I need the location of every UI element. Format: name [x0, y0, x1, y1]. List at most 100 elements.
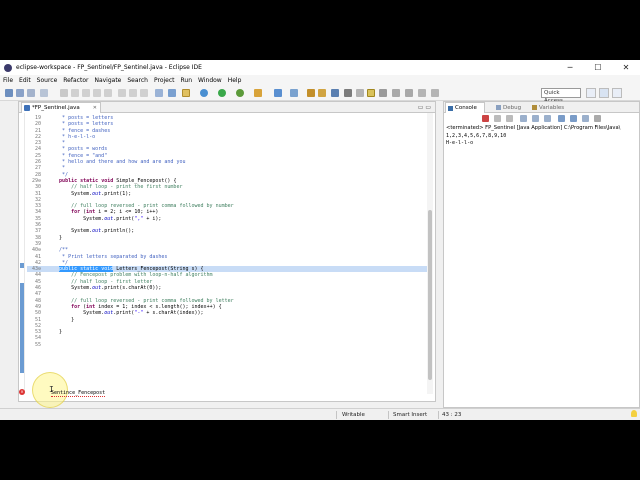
pin-console-icon[interactable] [558, 115, 565, 122]
editor-min-max-icon[interactable]: ▭ ▭ [418, 104, 431, 111]
block-selection-icon[interactable] [379, 89, 387, 97]
change-marker [20, 283, 24, 373]
suspend-icon[interactable] [82, 89, 90, 97]
previous-annotation-icon[interactable] [405, 89, 413, 97]
remove-all-icon[interactable] [506, 115, 513, 122]
console-toolbar [444, 113, 639, 124]
menu-bar: File Edit Source Refactor Navigate Searc… [0, 75, 640, 86]
step-return-icon[interactable] [140, 89, 148, 97]
console-tabs: Console Debug Variables [444, 102, 639, 113]
debug-perspective-icon[interactable] [612, 88, 622, 98]
run-icon[interactable] [218, 89, 226, 97]
print-icon[interactable] [40, 89, 48, 97]
variables-icon [532, 105, 537, 110]
maximize-button[interactable]: ☐ [584, 60, 612, 75]
tab-console-label: Console [455, 105, 477, 111]
toggle-highlight-icon[interactable] [182, 89, 190, 97]
resume-icon[interactable] [71, 89, 79, 97]
tab-variables[interactable]: Variables [530, 102, 570, 113]
new-package-icon[interactable] [290, 89, 298, 97]
menu-edit[interactable]: Edit [19, 77, 31, 84]
step-into-icon[interactable] [118, 89, 126, 97]
java-file-icon [24, 105, 30, 111]
open-task-icon[interactable] [318, 89, 326, 97]
console-icon [448, 105, 453, 111]
word-wrap-icon[interactable] [367, 89, 375, 97]
terminated-label: <terminated> FP_Sentinel [Java Applicati… [446, 125, 621, 131]
use-step-filters-icon[interactable] [168, 89, 176, 97]
coverage-icon[interactable] [236, 89, 244, 97]
open-console-icon[interactable] [582, 115, 589, 122]
new-icon[interactable] [5, 89, 13, 97]
menu-window[interactable]: Window [198, 77, 222, 84]
menu-file[interactable]: File [3, 77, 13, 84]
menu-refactor[interactable]: Refactor [63, 77, 88, 84]
scroll-thumb[interactable] [428, 210, 432, 380]
editor-tabs: *FP_Sentinel.java ✕ ▭ ▭ [19, 102, 435, 113]
status-bar: Writable Smart Insert 43 : 23 [0, 408, 640, 420]
close-window-button[interactable]: ✕ [612, 60, 640, 75]
change-marker [20, 263, 24, 268]
annotation-icon[interactable] [344, 89, 352, 97]
tab-debug[interactable]: Debug [494, 102, 530, 113]
status-separator [388, 411, 389, 419]
status-cursor-position: 43 : 23 [442, 412, 462, 418]
close-tab-icon[interactable]: ✕ [93, 105, 97, 111]
main-toolbar: Quick Access [0, 86, 640, 104]
skip-breakpoints-icon[interactable] [60, 89, 68, 97]
step-over-icon[interactable] [129, 89, 137, 97]
title-bar: eclipse-workspace - FP_Sentinel/FP_Senti… [0, 60, 640, 75]
editor-scrollbar[interactable] [427, 113, 433, 394]
forward-icon[interactable] [431, 89, 439, 97]
toggle-mark-occurrences-icon[interactable] [356, 89, 364, 97]
code-line: 55 [34, 341, 41, 348]
new-java-project-icon[interactable] [274, 89, 282, 97]
code-area[interactable]: 19 * posts = letters 20 * posts = letter… [27, 115, 432, 348]
debug-view-icon [496, 105, 501, 110]
minimize-button[interactable]: ─ [556, 60, 584, 75]
status-insert-mode: Smart Insert [393, 412, 428, 418]
console-output: 1,2,3,4,5,6,7,8,9,10 H-e-l-l-o [446, 133, 506, 147]
save-all-icon[interactable] [27, 89, 35, 97]
window-title: eclipse-workspace - FP_Sentinel/FP_Senti… [16, 64, 202, 71]
menu-search[interactable]: Search [127, 77, 148, 84]
menu-navigate[interactable]: Navigate [94, 77, 121, 84]
scroll-lock-icon[interactable] [532, 115, 539, 122]
tab-console[interactable]: Console [445, 102, 485, 113]
save-icon[interactable] [16, 89, 24, 97]
open-perspective-icon[interactable] [586, 88, 596, 98]
debug-icon[interactable] [200, 89, 208, 97]
drop-to-frame-icon[interactable] [155, 89, 163, 97]
java-editor: *FP_Sentinel.java ✕ ▭ ▭ 19 * posts = let… [18, 101, 436, 402]
word-wrap-console-icon[interactable] [544, 115, 551, 122]
display-console-icon[interactable] [570, 115, 577, 122]
quick-access-field[interactable]: Quick Access [541, 88, 581, 104]
external-tools-icon[interactable] [254, 89, 262, 97]
status-separator [336, 411, 337, 419]
bottom-letterbox [0, 420, 640, 480]
console-output-line: 1,2,3,4,5,6,7,8,9,10 [446, 133, 507, 139]
menu-run[interactable]: Run [181, 77, 193, 84]
open-type-icon[interactable] [307, 89, 315, 97]
tab-variables-label: Variables [539, 104, 565, 111]
search-icon[interactable] [331, 89, 339, 97]
menu-project[interactable]: Project [154, 77, 175, 84]
next-annotation-icon[interactable] [392, 89, 400, 97]
lightbulb-icon[interactable] [631, 410, 637, 417]
remove-launch-icon[interactable] [494, 115, 501, 122]
back-icon[interactable] [418, 89, 426, 97]
editor-tab-fp-sentinel[interactable]: *FP_Sentinel.java ✕ [21, 102, 101, 113]
eclipse-logo-icon [4, 63, 12, 72]
tab-debug-label: Debug [503, 104, 522, 111]
menu-help[interactable]: Help [228, 77, 242, 84]
clear-console-icon[interactable] [520, 115, 527, 122]
java-perspective-icon[interactable] [599, 88, 609, 98]
terminate-console-icon[interactable] [482, 115, 489, 122]
terminate-icon[interactable] [93, 89, 101, 97]
disconnect-icon[interactable] [104, 89, 112, 97]
error-icon: × [19, 389, 25, 395]
console-output-line: H-e-l-l-o [446, 140, 474, 146]
eclipse-window: eclipse-workspace - FP_Sentinel/FP_Senti… [0, 60, 640, 420]
view-menu-icon[interactable] [594, 115, 601, 122]
menu-source[interactable]: Source [37, 77, 58, 84]
